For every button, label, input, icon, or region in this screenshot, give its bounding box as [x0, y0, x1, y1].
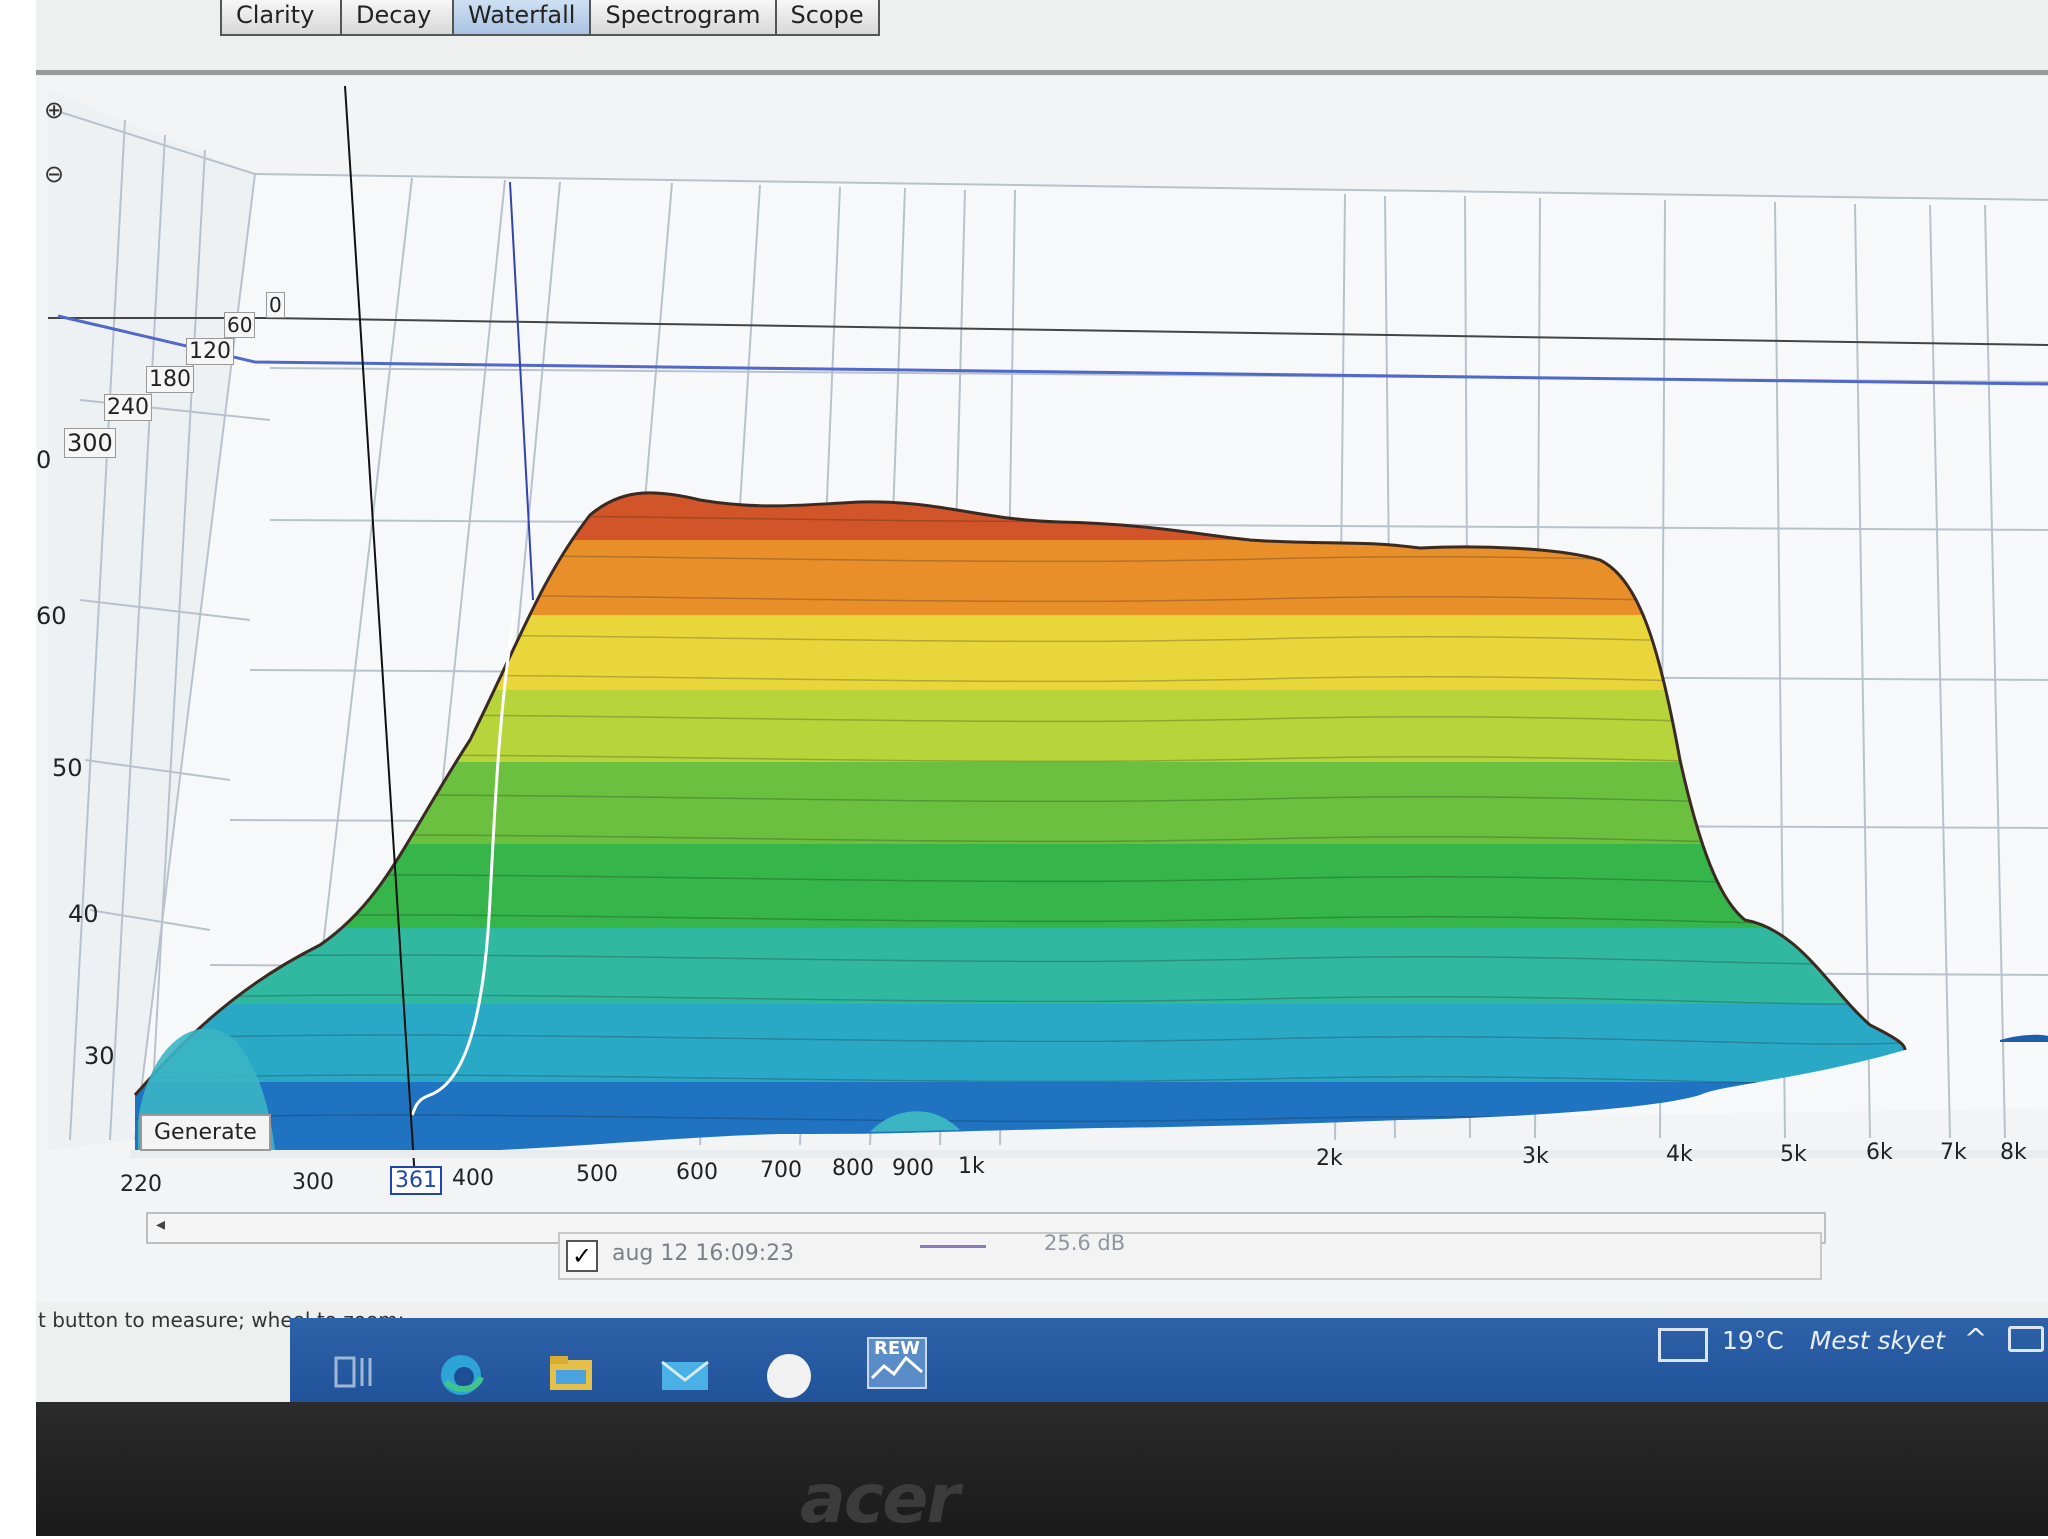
zoom-out-icon[interactable]: ⊖	[44, 160, 74, 190]
keyboard-tray-icon[interactable]	[2008, 1326, 2044, 1352]
monitor-bezel	[36, 1402, 2048, 1536]
scroll-left-icon[interactable]: ◂	[156, 1214, 165, 1235]
x-tick-900: 900	[892, 1156, 934, 1181]
task-view-icon[interactable]	[332, 1352, 382, 1396]
x-tick-1k: 1k	[958, 1154, 985, 1179]
x-tick-800: 800	[832, 1156, 874, 1181]
brand-logo: acer	[800, 1460, 960, 1539]
legend-checkbox[interactable]: ✓	[566, 1240, 598, 1272]
waterfall-chart[interactable]	[0, 0, 2048, 1536]
weather-icon	[1658, 1328, 1708, 1362]
x-tick-4k: 4k	[1666, 1142, 1693, 1167]
x-tick-400: 400	[452, 1166, 494, 1191]
legend-value: 25.6 dB	[1044, 1231, 1126, 1255]
depth-tick-120: 120	[186, 338, 234, 365]
x-tick-8k: 8k	[2000, 1140, 2027, 1165]
y-tick-top: 0	[36, 446, 52, 474]
zoom-in-icon[interactable]: ⊕	[44, 96, 74, 126]
legend-line-swatch	[920, 1245, 986, 1248]
legend-measurement-name: aug 12 16:09:23	[612, 1241, 795, 1266]
file-explorer-icon[interactable]	[546, 1352, 596, 1396]
x-tick-300: 300	[292, 1170, 334, 1195]
y-tick-40: 40	[68, 900, 99, 928]
rew-app-label: REW	[874, 1338, 921, 1359]
weather-widget[interactable]: 19°C Mest skyet	[1658, 1326, 1945, 1362]
y-tick-30: 30	[84, 1042, 115, 1070]
depth-tick-60: 60	[224, 312, 256, 338]
band-teal	[135, 928, 1905, 1004]
generate-button[interactable]: Generate	[140, 1114, 271, 1151]
band-cyan	[135, 1004, 1905, 1082]
x-tick-600: 600	[676, 1160, 718, 1185]
depth-tick-180: 180	[146, 366, 194, 393]
depth-tick-0: 0	[266, 292, 285, 318]
floor	[130, 1150, 2048, 1158]
depth-tick-240: 240	[104, 394, 152, 421]
y-tick-50: 50	[52, 754, 83, 782]
edge-icon[interactable]	[436, 1352, 486, 1396]
x-tick-5k: 5k	[1780, 1142, 1807, 1167]
depth-tick-300: 300	[64, 428, 116, 458]
x-tick-500: 500	[576, 1162, 618, 1187]
x-tick-3k: 3k	[1522, 1144, 1549, 1169]
weather-temperature: 19°C	[1722, 1326, 1784, 1355]
weather-description: Mest skyet	[1809, 1326, 1945, 1355]
x-tick-7k: 7k	[1940, 1140, 1967, 1165]
x-tick-6k: 6k	[1866, 1140, 1893, 1165]
y-tick-60: 60	[36, 602, 67, 630]
x-tick-220: 220	[120, 1172, 162, 1197]
app-circle-icon[interactable]	[762, 1352, 812, 1398]
x-tick-2k: 2k	[1316, 1146, 1343, 1171]
tray-chevron-up-icon[interactable]: ^	[1964, 1322, 1987, 1355]
mail-icon[interactable]	[658, 1352, 709, 1396]
x-cursor-value[interactable]: 361	[390, 1166, 442, 1195]
x-tick-700: 700	[760, 1158, 802, 1183]
